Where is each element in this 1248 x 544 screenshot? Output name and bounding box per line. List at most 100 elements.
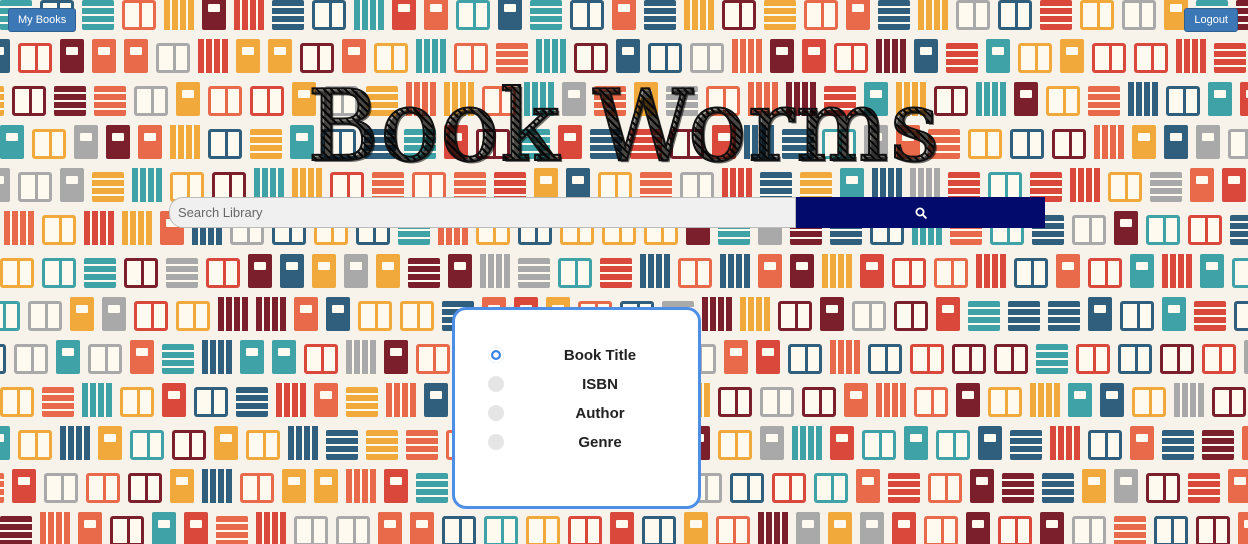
background-book-icon xyxy=(956,0,990,30)
background-book-icon xyxy=(392,0,416,30)
logout-button[interactable]: Logout xyxy=(1184,8,1238,32)
background-book-icon xyxy=(792,426,822,460)
background-book-icon xyxy=(1176,39,1206,73)
radio-book-title[interactable] xyxy=(488,347,504,363)
background-book-icon xyxy=(1122,0,1156,30)
background-book-icon xyxy=(1018,43,1052,73)
background-book-icon xyxy=(416,344,450,374)
background-book-icon xyxy=(1114,469,1138,503)
background-book-icon xyxy=(1048,301,1080,331)
background-book-icon xyxy=(184,512,208,544)
filter-option-genre[interactable]: Genre xyxy=(488,432,688,452)
filter-option-author[interactable]: Author xyxy=(488,403,688,423)
background-book-icon xyxy=(378,512,402,544)
background-book-icon xyxy=(1212,387,1246,417)
background-book-icon xyxy=(246,430,280,460)
background-book-icon xyxy=(998,516,1032,544)
background-book-icon xyxy=(376,254,400,288)
background-book-icon xyxy=(56,340,80,374)
background-book-icon xyxy=(758,254,782,288)
filter-label: ISBN xyxy=(582,375,618,393)
background-book-icon xyxy=(1088,258,1122,288)
my-books-button[interactable]: My Books xyxy=(8,8,77,32)
background-book-icon xyxy=(536,39,566,73)
background-book-icon xyxy=(92,39,116,73)
background-book-icon xyxy=(424,0,448,30)
background-book-icon xyxy=(740,297,770,331)
background-book-icon xyxy=(648,43,682,73)
background-book-icon xyxy=(1082,469,1106,503)
background-book-icon xyxy=(1120,301,1154,331)
background-book-icon xyxy=(558,258,592,288)
background-book-icon xyxy=(272,0,304,30)
background-book-icon xyxy=(304,344,338,374)
background-book-icon xyxy=(198,39,228,73)
background-book-icon xyxy=(892,258,926,288)
background-book-icon xyxy=(1234,301,1248,331)
background-book-icon xyxy=(240,340,264,374)
background-book-icon xyxy=(966,512,990,544)
background-book-icon xyxy=(448,254,472,288)
background-book-icon xyxy=(724,340,748,374)
search-button[interactable] xyxy=(796,197,1045,228)
background-book-icon xyxy=(384,340,408,374)
radio-author[interactable] xyxy=(488,405,504,421)
background-book-icon xyxy=(1080,0,1114,30)
background-book-icon xyxy=(110,516,144,544)
background-book-icon xyxy=(1202,430,1234,460)
background-book-icon xyxy=(610,512,634,544)
background-book-icon xyxy=(1060,39,1084,73)
background-book-icon xyxy=(716,516,750,544)
background-book-icon xyxy=(1228,469,1248,503)
background-book-icon xyxy=(236,387,268,417)
background-book-icon xyxy=(530,0,562,30)
background-book-icon xyxy=(988,387,1022,417)
background-book-icon xyxy=(860,512,884,544)
background-book-icon xyxy=(346,469,376,503)
background-book-icon xyxy=(216,516,248,544)
background-book-icon xyxy=(194,387,228,417)
background-book-icon xyxy=(484,516,518,544)
background-book-icon xyxy=(128,473,162,503)
background-book-icon xyxy=(690,43,724,73)
search-input[interactable] xyxy=(169,197,796,228)
background-book-icon xyxy=(910,344,944,374)
background-book-icon xyxy=(986,39,1010,73)
background-book-icon xyxy=(314,469,338,503)
background-book-icon xyxy=(82,383,112,417)
background-book-icon xyxy=(956,383,980,417)
filter-option-isbn[interactable]: ISBN xyxy=(488,374,688,394)
background-book-icon xyxy=(720,254,750,288)
background-book-icon xyxy=(804,0,838,30)
background-book-icon xyxy=(756,340,780,374)
background-book-icon xyxy=(936,430,970,460)
background-book-icon xyxy=(846,0,870,30)
radio-isbn[interactable] xyxy=(488,376,504,392)
background-book-icon xyxy=(0,258,34,288)
background-book-icon xyxy=(60,426,90,460)
background-book-icon xyxy=(354,0,384,30)
background-book-icon xyxy=(454,43,488,73)
background-book-icon xyxy=(764,0,796,30)
background-book-icon xyxy=(256,512,286,544)
background-book-icon xyxy=(892,512,916,544)
background-book-icon xyxy=(326,430,358,460)
background-book-icon xyxy=(496,43,528,73)
background-book-icon xyxy=(718,387,752,417)
background-book-icon xyxy=(240,473,274,503)
background-book-icon xyxy=(416,39,446,73)
background-book-icon xyxy=(1196,516,1230,544)
background-book-icon xyxy=(1114,516,1146,544)
filter-option-book-title[interactable]: Book Title xyxy=(488,345,688,365)
background-book-icon xyxy=(778,301,812,331)
background-book-icon xyxy=(102,297,126,331)
background-book-icon xyxy=(164,0,194,30)
background-book-icon xyxy=(40,512,70,544)
background-book-icon xyxy=(828,512,852,544)
background-book-icon xyxy=(772,473,806,503)
background-book-icon xyxy=(1050,426,1080,460)
radio-genre[interactable] xyxy=(488,434,504,450)
background-book-icon xyxy=(0,344,6,374)
background-book-icon xyxy=(852,301,886,331)
background-book-icon xyxy=(0,516,32,544)
